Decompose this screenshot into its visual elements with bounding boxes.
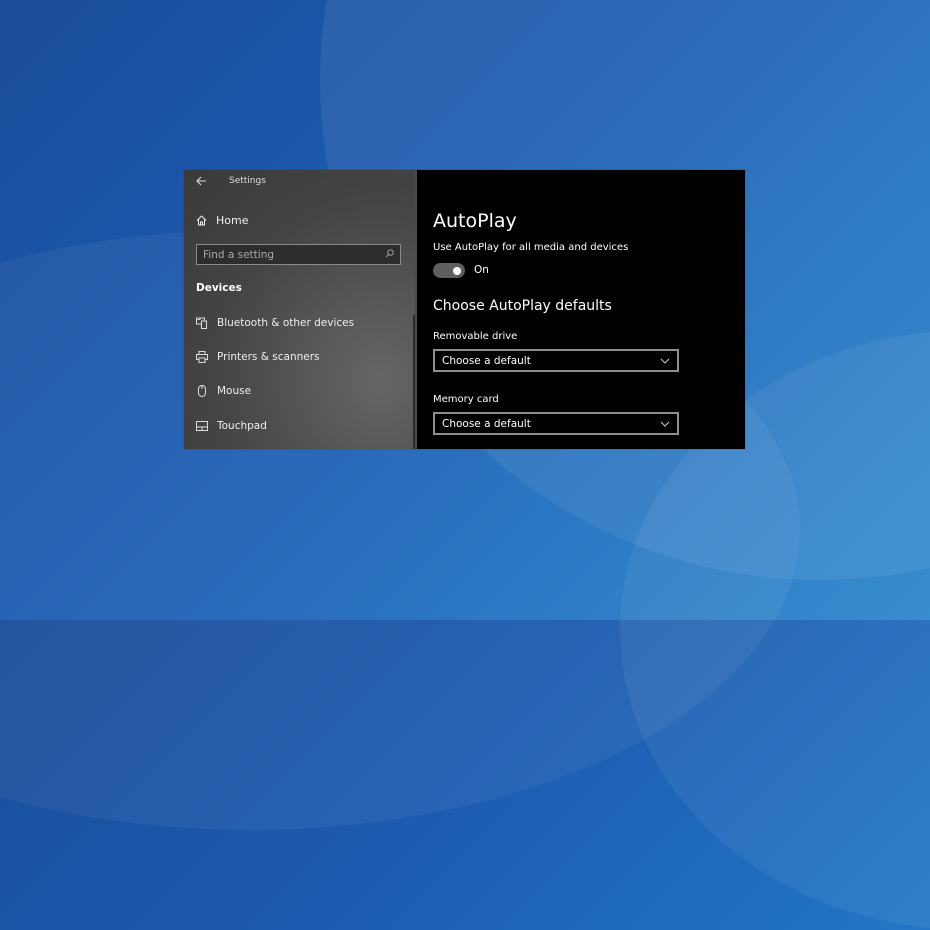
autoplay-toggle[interactable]	[433, 263, 465, 278]
defaults-heading: Choose AutoPlay defaults	[433, 298, 612, 314]
app-title: Settings	[229, 176, 266, 186]
title-bar: Settings	[184, 170, 415, 194]
nav-label: Touchpad	[217, 420, 267, 432]
select-value: Choose a default	[442, 354, 531, 367]
sidebar: Settings Home Devices Bluetooth & other …	[184, 170, 415, 449]
content-pane: AutoPlay Use AutoPlay for all media and …	[417, 170, 745, 449]
home-icon	[196, 215, 207, 226]
page-title: AutoPlay	[433, 210, 517, 232]
select-value: Choose a default	[442, 417, 531, 430]
search-input[interactable]	[203, 248, 385, 261]
back-arrow-icon	[196, 176, 206, 186]
settings-window: Settings Home Devices Bluetooth & other …	[184, 170, 745, 449]
nav-label: Printers & scanners	[217, 351, 320, 363]
mouse-icon	[198, 385, 206, 397]
chevron-down-icon	[660, 421, 670, 427]
sidebar-item-home[interactable]: Home	[196, 214, 248, 227]
sidebar-item-printers[interactable]: Printers & scanners	[196, 351, 320, 363]
section-heading: Devices	[196, 282, 242, 294]
bluetooth-devices-icon	[196, 317, 207, 329]
sidebar-item-touchpad[interactable]: Touchpad	[196, 420, 267, 432]
toggle-state-text: On	[474, 264, 489, 276]
back-button[interactable]	[196, 175, 207, 189]
removable-drive-select[interactable]: Choose a default	[433, 349, 679, 372]
printer-icon	[196, 351, 208, 363]
memory-card-select[interactable]: Choose a default	[433, 412, 679, 435]
memory-card-label: Memory card	[433, 394, 499, 405]
sidebar-item-mouse[interactable]: Mouse	[196, 385, 251, 397]
removable-drive-label: Removable drive	[433, 331, 518, 342]
search-box[interactable]	[196, 244, 401, 265]
nav-label: Mouse	[217, 385, 252, 397]
search-icon[interactable]	[385, 248, 394, 261]
sidebar-scrollbar[interactable]	[413, 315, 415, 449]
home-label: Home	[216, 214, 249, 227]
nav-label: Bluetooth & other devices	[217, 317, 355, 329]
toggle-knob	[453, 266, 461, 275]
autoplay-toggle-label: Use AutoPlay for all media and devices	[433, 242, 629, 253]
sidebar-item-bluetooth[interactable]: Bluetooth & other devices	[196, 317, 354, 329]
chevron-down-icon	[660, 358, 670, 364]
touchpad-icon	[196, 421, 208, 431]
